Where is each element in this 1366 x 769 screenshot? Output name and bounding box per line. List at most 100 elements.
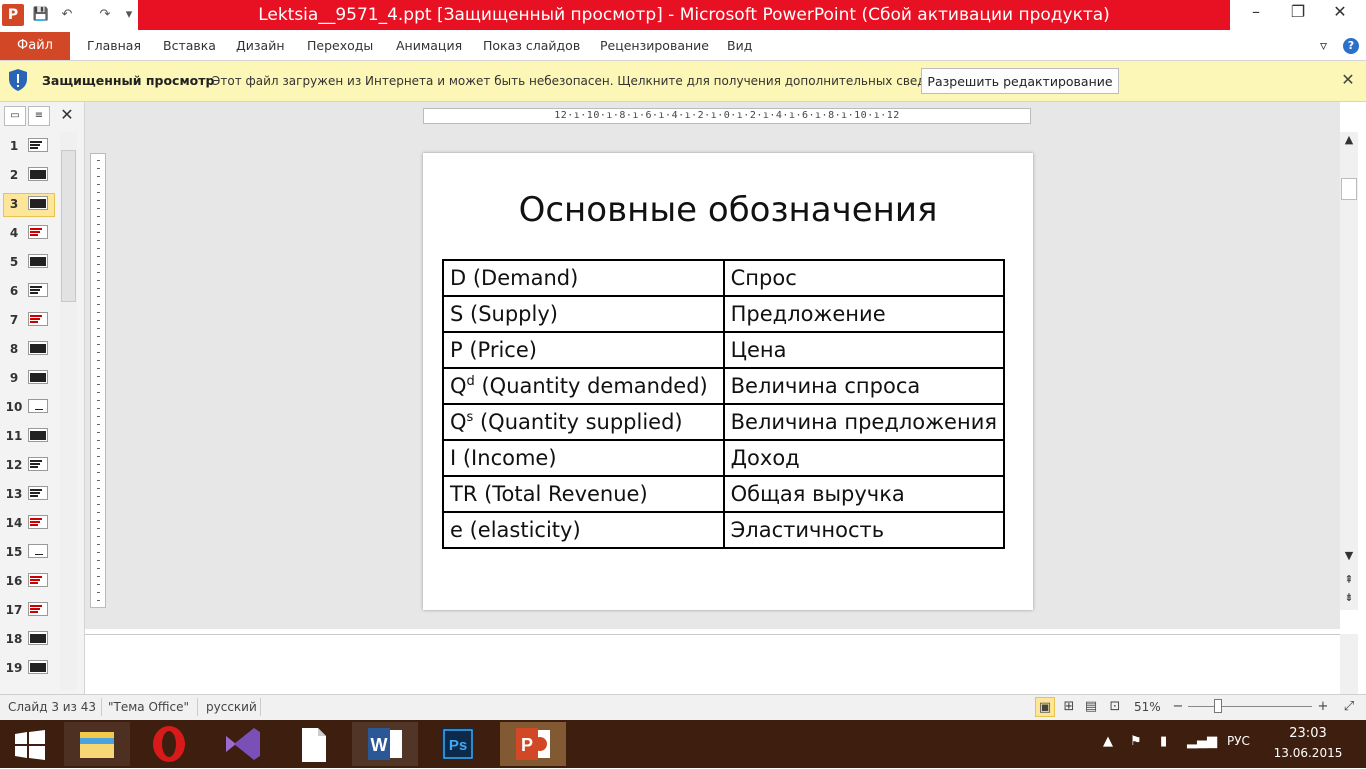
vertical-scrollbar[interactable] [1340,132,1358,610]
clock-time[interactable]: 23:03 [1273,726,1343,744]
slide-thumbnail-number: 18 [5,632,23,646]
vertical-scroll-thumb[interactable] [1341,178,1357,200]
restore-button[interactable]: ❐ [1276,0,1320,26]
taskbar-visual-studio[interactable] [208,722,274,766]
powerpoint-app-icon[interactable]: P [2,4,24,26]
slideshow-view-icon[interactable]: ⊡ [1105,697,1125,717]
ruler-tick [97,184,100,185]
slide-thumbnail[interactable] [28,544,48,558]
undo-icon[interactable]: ↶ [58,6,76,24]
ruler-tick [97,264,100,265]
battery-icon[interactable]: ▮ [1160,734,1167,749]
minimize-button[interactable]: – [1234,0,1278,26]
previous-slide-icon[interactable]: ⇞ [1340,572,1358,588]
notes-scrollbar[interactable] [1340,634,1358,694]
slide-thumbnail[interactable] [28,457,48,471]
slide-thumbnail-number: 4 [9,226,19,240]
outline-tab-icon[interactable]: ≡ [28,106,50,126]
slide-thumbnail[interactable] [28,370,48,384]
close-button[interactable]: ✕ [1318,0,1362,26]
tab-view[interactable]: Вид [727,32,752,60]
tab-home[interactable]: Главная [87,32,141,60]
reading-view-icon[interactable]: ▤ [1081,697,1101,717]
tab-animation[interactable]: Анимация [396,32,462,60]
help-icon[interactable]: ? [1343,38,1359,54]
slide-sorter-view-icon[interactable]: ⊞ [1059,697,1079,717]
slide-thumbnail[interactable] [28,602,48,616]
protected-view-message[interactable]: Этот файл загружен из Интернета и может … [212,61,960,101]
fit-to-window-icon[interactable]: ⤢ [1339,697,1359,717]
show-hidden-icons[interactable]: ▲ [1103,734,1113,749]
slide-thumbnail[interactable] [28,138,48,152]
close-panel-icon[interactable]: ✕ [58,106,76,124]
tab-review[interactable]: Рецензирование [600,32,709,60]
zoom-in-icon[interactable]: + [1313,697,1333,717]
ruler-tick [97,296,100,297]
next-slide-icon[interactable]: ⇟ [1340,590,1358,606]
slide-thumbnail[interactable] [28,196,48,210]
slide-thumbnail[interactable] [28,167,48,181]
slide-thumbnail[interactable] [28,573,48,587]
ruler-tick [97,384,100,385]
slide-thumbnail[interactable] [28,341,48,355]
taskbar-explorer[interactable] [64,722,130,766]
taskbar-word[interactable]: W [352,722,418,766]
slides-tab-icon[interactable]: ▭ [4,106,26,126]
slide-thumbnail[interactable] [28,254,48,268]
tab-transitions[interactable]: Переходы [307,32,373,60]
clock-date[interactable]: 13.06.2015 [1268,746,1348,764]
slide-thumbnail[interactable] [28,486,48,500]
input-language[interactable]: РУС [1227,734,1250,748]
theme-name[interactable]: "Тема Office" [108,694,189,720]
slide-title[interactable]: Основные обозначения [423,188,1033,232]
taskbar-opera[interactable] [136,722,202,766]
slide-thumbnail[interactable] [28,428,48,442]
taskbar-photoshop[interactable]: Ps [424,722,490,766]
windows-start-icon[interactable] [14,730,46,760]
ruler-tick [97,280,100,281]
taskbar-powerpoint[interactable]: P [500,722,566,766]
ruler-tick [97,392,100,393]
ruler-tick [97,368,100,369]
ruler-tick [97,216,100,217]
slide-thumbnail[interactable] [28,515,48,529]
slide-thumbnail[interactable] [28,660,48,674]
slide-thumbnail[interactable] [28,225,48,239]
ruler-tick [97,440,100,441]
language-indicator[interactable]: русский [206,694,257,720]
tab-slideshow[interactable]: Показ слайдов [483,32,580,60]
slide-thumbnail[interactable] [28,283,48,297]
scroll-down-icon[interactable]: ▼ [1340,548,1358,564]
slide-thumbnail-number: 1 [9,139,19,153]
tab-file[interactable]: Файл [0,32,70,60]
ruler-tick [97,208,100,209]
tab-design[interactable]: Дизайн [236,32,285,60]
taskbar-document[interactable] [280,722,346,766]
slide-thumbnail[interactable] [28,312,48,326]
table-row: D (Demand) Спрос [442,259,1006,297]
tab-insert[interactable]: Вставка [163,32,216,60]
table-row: e (elasticity) Эластичность [442,511,1006,549]
scroll-up-icon[interactable]: ▲ [1340,132,1358,148]
action-center-flag-icon[interactable]: ⚑ [1130,734,1142,749]
network-icon[interactable]: ▂▄▆ [1187,734,1217,749]
minimize-ribbon-icon[interactable]: ▿ [1320,32,1327,60]
notes-pane[interactable] [85,634,1340,695]
normal-view-icon[interactable]: ▣ [1035,697,1055,717]
zoom-slider-handle[interactable] [1214,699,1222,713]
slide-thumbnail[interactable] [28,631,48,645]
close-icon[interactable]: ✕ [1338,70,1358,90]
enable-editing-button[interactable]: Разрешить редактирование [921,68,1119,94]
customize-quick-access-icon[interactable]: ▾ [120,6,138,24]
term-text: Q [450,374,467,398]
slide-thumbnail[interactable] [28,399,48,413]
redo-icon[interactable]: ↷ [96,6,114,24]
slides-panel-scroll-thumb[interactable] [61,150,76,302]
zoom-out-icon[interactable]: − [1168,697,1188,717]
ruler-tick [97,448,100,449]
terms-table[interactable]: D (Demand) Спрос S (Supply) Предложение P (P… [442,259,1006,549]
save-icon[interactable]: 💾 [32,6,50,24]
ruler-tick [97,192,100,193]
zoom-level[interactable]: 51% [1134,694,1161,720]
zoom-slider[interactable] [1188,706,1312,707]
